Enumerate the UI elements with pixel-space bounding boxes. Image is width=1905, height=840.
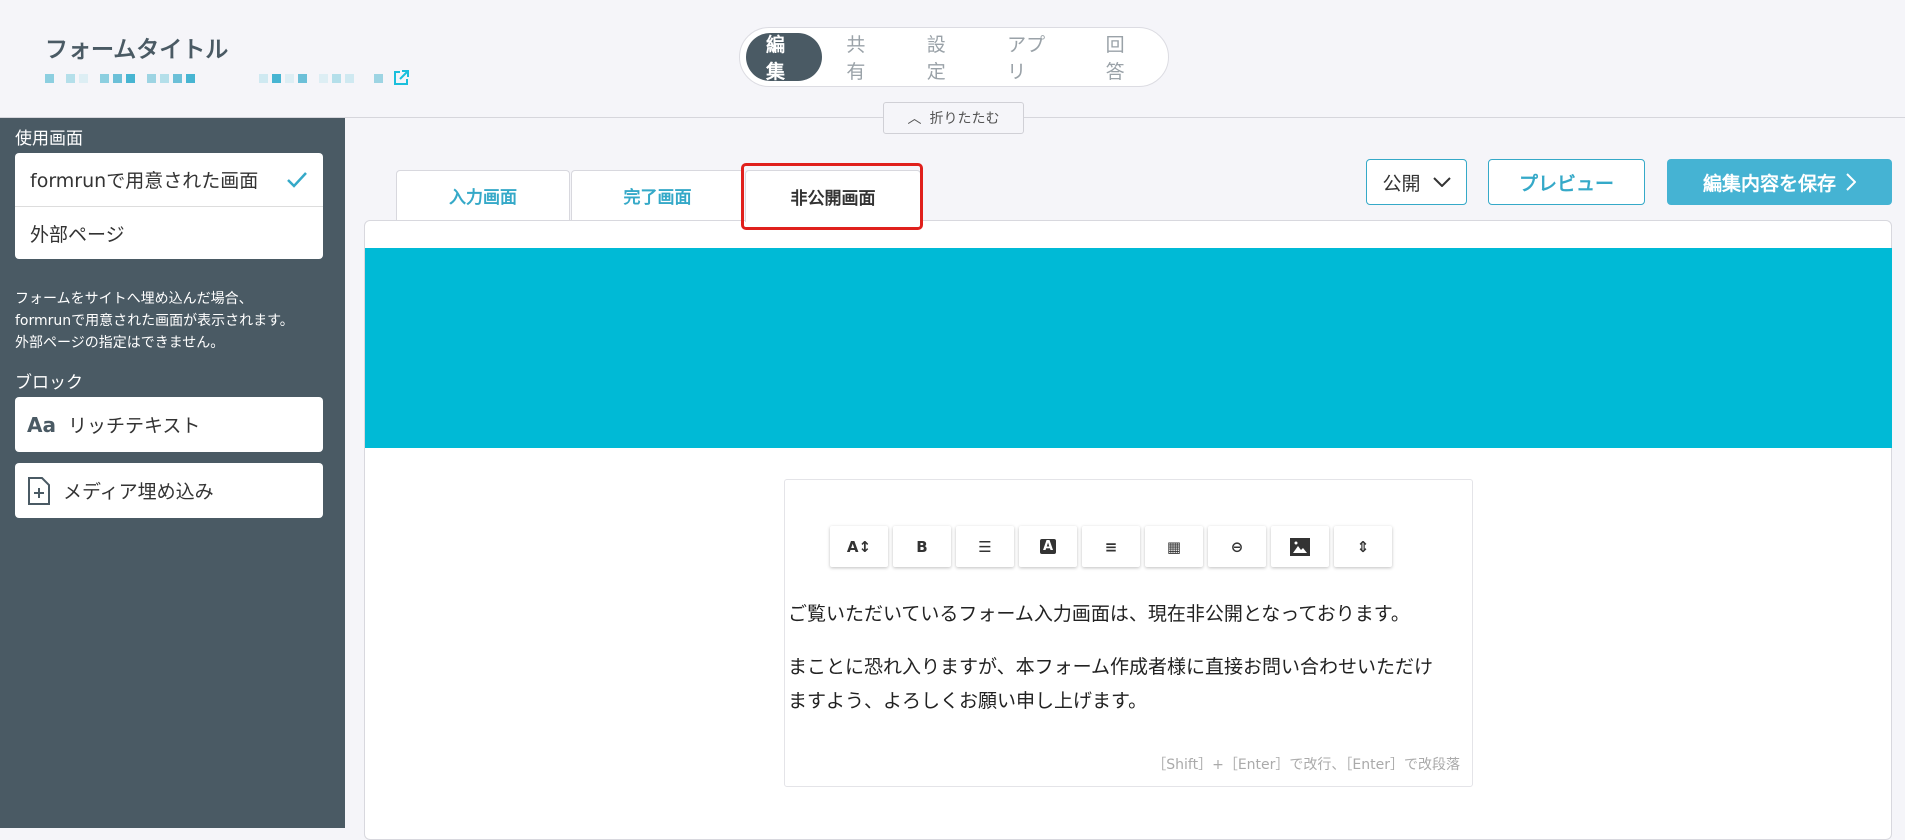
nav-share[interactable]: 共有 [826,33,902,83]
editor-hint: ［Shift］+［Enter］で改行、［Enter］で改段落 [1152,757,1460,773]
text-color-button[interactable]: A [1019,526,1077,567]
chevron-right-icon [1846,173,1856,191]
file-plus-icon [28,476,50,505]
link-button[interactable]: ⊖ [1208,526,1266,567]
screen-options: formrunで用意された画面 外部ページ [15,153,323,259]
list-button[interactable]: ☰ [956,526,1014,567]
block-rich-text[interactable]: Aa リッチテキスト [15,397,323,452]
screen-label: 使用画面 [15,129,83,149]
preview-button[interactable]: プレビュー [1488,159,1645,205]
editor-toolbar: A↕ B ☰ A ≡ ▦ ⊖ ⇕ [830,526,1392,567]
status-select[interactable]: 公開 [1366,159,1467,205]
highlight-box [741,163,923,230]
bold-button[interactable]: B [893,526,951,567]
header-banner [365,248,1892,448]
block-media-embed[interactable]: メディア埋め込み [15,463,323,518]
editor-line: ますよう、よろしくお願い申し上げます。 [788,690,1148,712]
sidebar: 使用画面 formrunで用意された画面 外部ページ フォームをサイトへ埋め込ん… [0,118,345,828]
text-icon: Aa [27,412,56,437]
nav-apps[interactable]: アプリ [987,33,1082,83]
nav-responses[interactable]: 回答 [1086,33,1162,83]
divider-button[interactable]: ⇕ [1334,526,1392,567]
nav-edit[interactable]: 編集 [746,33,823,83]
rich-text-editor[interactable]: A↕ B ☰ A ≡ ▦ ⊖ ⇕ ご覧いただいているフォーム入力画面は、現在非公… [784,479,1473,787]
form-url[interactable] [45,70,409,86]
chevron-up-icon: ︿ [907,111,922,127]
check-icon [287,171,307,188]
editor-line: まことに恐れ入りますが、本フォーム作成者様に直接お問い合わせいただけ [788,656,1434,678]
form-title: フォームタイトル [45,37,229,63]
option-formrun-screen[interactable]: formrunで用意された画面 [15,153,323,206]
image-button[interactable] [1271,526,1329,567]
main-nav: 編集 共有 設定 アプリ 回答 [739,27,1169,87]
nav-settings[interactable]: 設定 [907,33,983,83]
collapse-button[interactable]: ︿ 折りたたむ [883,102,1024,134]
align-button[interactable]: ≡ [1082,526,1140,567]
table-button[interactable]: ▦ [1145,526,1203,567]
editor-line: ご覧いただいているフォーム入力画面は、現在非公開となっております。 [788,603,1410,625]
tab-input-screen[interactable]: 入力画面 [396,170,570,220]
chevron-down-icon [1432,177,1451,187]
save-button[interactable]: 編集内容を保存 [1667,159,1892,205]
tab-complete-screen[interactable]: 完了画面 [571,170,744,220]
option-external-page[interactable]: 外部ページ [15,206,323,259]
screen-description: フォームをサイトへ埋め込んだ場合、 formrunで用意された画面が表示されます… [15,291,294,351]
external-link-icon[interactable] [393,70,409,86]
block-label: ブロック [15,373,83,393]
font-size-button[interactable]: A↕ [830,526,888,567]
image-icon [1290,537,1310,556]
